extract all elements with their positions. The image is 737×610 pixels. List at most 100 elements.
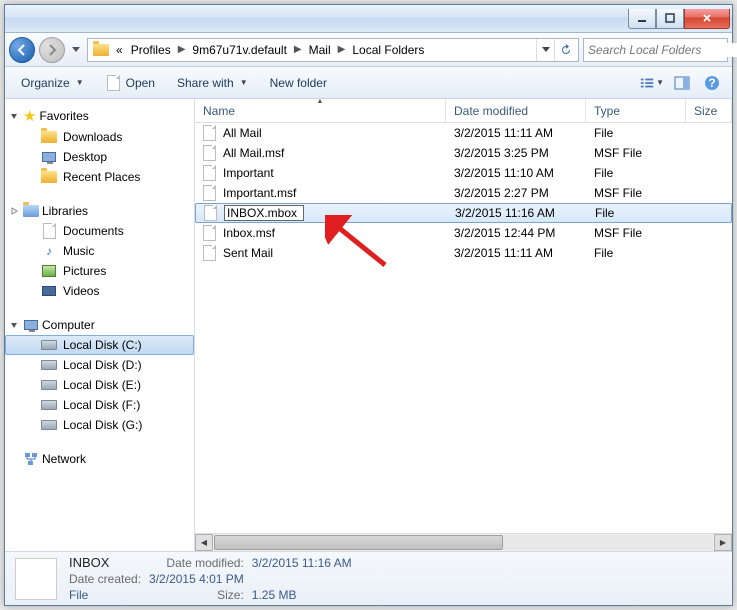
address-dropdown-button[interactable] (536, 39, 554, 61)
favorites-group[interactable]: ★ Favorites (5, 105, 194, 127)
maximize-button[interactable] (656, 9, 684, 29)
share-menu[interactable]: Share with▼ (169, 73, 256, 93)
desktop-icon (41, 149, 57, 165)
column-type[interactable]: Type (586, 99, 686, 122)
minimize-button[interactable] (628, 9, 656, 29)
network-icon (23, 451, 39, 467)
file-row[interactable]: All Mail.msf3/2/2015 3:25 PMMSF File (195, 143, 732, 163)
details-created-label: Date created: (69, 572, 141, 586)
file-icon (203, 225, 219, 241)
back-button[interactable] (9, 37, 35, 63)
file-row[interactable]: Inbox.msf 3/2/2015 12:44 PMMSF File (195, 223, 732, 243)
scroll-left-button[interactable]: ◀ (195, 534, 213, 551)
file-list[interactable]: All Mail 3/2/2015 11:11 AM File All Mail.ms… (195, 123, 732, 533)
nav-drive-d[interactable]: Local Disk (D:) (5, 355, 194, 375)
file-row[interactable]: Sent Mail3/2/2015 11:11 AMFile (195, 243, 732, 263)
chevron-down-icon (9, 111, 19, 121)
address-bar[interactable]: « Profiles ▶ 9m67u71v.default ▶ Mail ▶ L… (87, 38, 579, 62)
file-date: 3/2/2015 11:11 AM (446, 126, 586, 140)
nav-label: Libraries (42, 204, 88, 218)
star-icon: ★ (23, 107, 36, 125)
nav-desktop[interactable]: Desktop (5, 147, 194, 167)
window-controls (628, 9, 730, 29)
scroll-track[interactable] (214, 535, 713, 550)
chevron-right-icon: ▶ (335, 44, 349, 55)
file-name: Inbox.msf (223, 226, 275, 240)
file-type: MSF File (586, 226, 686, 240)
file-icon (203, 125, 219, 141)
content-area: Name Date modified Type Size All Mail 3/2… (195, 99, 732, 551)
file-row[interactable]: Important 3/2/2015 11:10 AMFile (195, 163, 732, 183)
file-date: 3/2/2015 11:10 AM (446, 166, 586, 180)
drive-icon (41, 337, 57, 353)
rename-input[interactable] (224, 205, 304, 221)
nav-drive-g[interactable]: Local Disk (G:) (5, 415, 194, 435)
nav-drive-c[interactable]: Local Disk (C:) (5, 335, 194, 355)
drive-icon (41, 377, 57, 393)
nav-downloads[interactable]: Downloads (5, 127, 194, 147)
file-date: 3/2/2015 11:11 AM (446, 246, 586, 260)
file-date: 3/2/2015 11:16 AM (447, 206, 587, 220)
organize-menu[interactable]: Organize▼ (13, 73, 92, 93)
column-headers: Name Date modified Type Size (195, 99, 732, 123)
refresh-button[interactable] (554, 39, 576, 61)
nav-music[interactable]: ♪Music (5, 241, 194, 261)
preview-pane-button[interactable] (670, 71, 694, 95)
titlebar (5, 5, 732, 33)
file-type: File (586, 166, 686, 180)
newfolder-button[interactable]: New folder (262, 73, 335, 93)
file-row[interactable]: Important.msf3/2/2015 2:27 PMMSF File (195, 183, 732, 203)
horizontal-scrollbar[interactable]: ◀ ▶ (195, 533, 732, 551)
search-input[interactable] (588, 43, 737, 57)
nav-pictures[interactable]: Pictures (5, 261, 194, 281)
search-box[interactable] (583, 38, 728, 62)
close-button[interactable] (684, 9, 730, 29)
nav-label: Network (42, 452, 86, 466)
nav-videos[interactable]: Videos (5, 281, 194, 301)
videos-icon (41, 283, 57, 299)
folder-icon (41, 129, 57, 145)
file-name: Important (223, 166, 274, 180)
file-date: 3/2/2015 12:44 PM (446, 226, 586, 240)
chevron-right-icon: ▶ (175, 44, 189, 55)
folder-icon (92, 41, 110, 59)
command-bar: Organize▼ Open Share with▼ New folder ▼ … (5, 67, 732, 99)
column-name[interactable]: Name (195, 99, 446, 122)
breadcrumb-segment[interactable]: Mail (305, 39, 335, 61)
scroll-right-button[interactable]: ▶ (714, 534, 732, 551)
file-icon (203, 145, 219, 161)
nav-drive-e[interactable]: Local Disk (E:) (5, 375, 194, 395)
file-icon (106, 75, 122, 91)
breadcrumb-overflow[interactable]: « (112, 39, 127, 61)
details-file-icon (15, 558, 57, 600)
file-type: MSF File (586, 146, 686, 160)
file-type: File (587, 206, 687, 220)
breadcrumb-segment[interactable]: 9m67u71v.default (188, 39, 291, 61)
view-options-button[interactable]: ▼ (640, 71, 664, 95)
libraries-group[interactable]: Libraries (5, 201, 194, 221)
computer-group[interactable]: Computer (5, 315, 194, 335)
file-name: Sent Mail (223, 246, 273, 260)
column-size[interactable]: Size (686, 99, 732, 122)
navigation-bar: « Profiles ▶ 9m67u71v.default ▶ Mail ▶ L… (5, 33, 732, 67)
open-button[interactable]: Open (98, 72, 163, 94)
column-date[interactable]: Date modified (446, 99, 586, 122)
nav-documents[interactable]: Documents (5, 221, 194, 241)
file-row[interactable]: 3/2/2015 11:16 AMFile (195, 203, 732, 223)
drive-icon (41, 397, 57, 413)
scroll-thumb[interactable] (214, 535, 503, 550)
nav-drive-f[interactable]: Local Disk (F:) (5, 395, 194, 415)
file-name: All Mail (223, 126, 262, 140)
file-row[interactable]: All Mail3/2/2015 11:11 AMFile (195, 123, 732, 143)
network-group[interactable]: Network (5, 449, 194, 469)
drive-icon (41, 417, 57, 433)
details-created: 3/2/2015 4:01 PM (149, 572, 244, 586)
recent-locations-button[interactable] (69, 47, 83, 53)
breadcrumb-segment[interactable]: Profiles (127, 39, 175, 61)
chevron-right-icon (9, 206, 19, 216)
file-name: All Mail.msf (223, 146, 284, 160)
forward-button[interactable] (39, 37, 65, 63)
help-button[interactable]: ? (700, 71, 724, 95)
breadcrumb-segment[interactable]: Local Folders (348, 39, 428, 61)
nav-recent[interactable]: Recent Places (5, 167, 194, 187)
